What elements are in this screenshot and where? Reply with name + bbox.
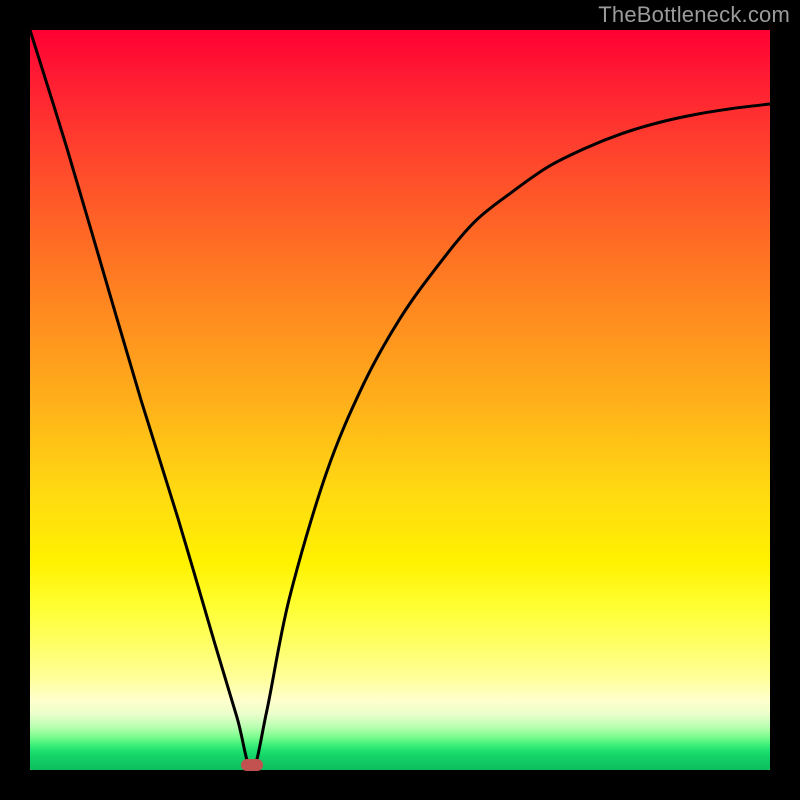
optimum-marker — [241, 759, 263, 771]
plot-area — [30, 30, 770, 770]
chart-frame: TheBottleneck.com — [0, 0, 800, 800]
watermark-text: TheBottleneck.com — [598, 2, 790, 28]
curve-path — [30, 30, 770, 770]
bottleneck-curve — [30, 30, 770, 770]
